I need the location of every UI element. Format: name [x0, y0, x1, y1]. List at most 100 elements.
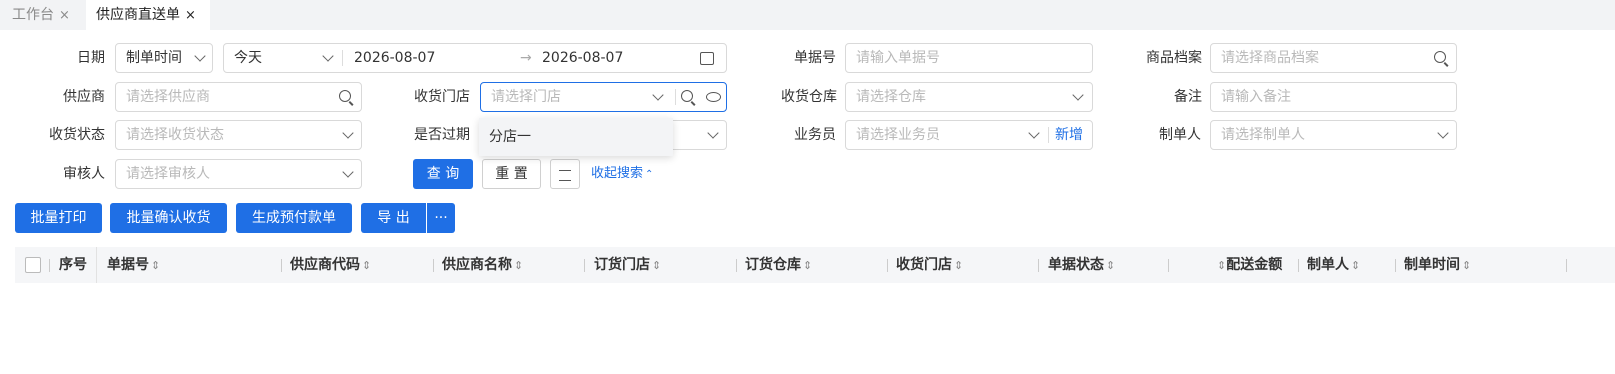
date-label: 日期: [77, 50, 105, 66]
salesman-placeholder: 请选择业务员: [856, 127, 940, 143]
auditor-label: 审核人: [63, 166, 105, 182]
warehouse-label: 收货仓库: [781, 89, 837, 105]
column-header-order-store[interactable]: 订货门店 ⇕: [594, 247, 661, 283]
creator-select[interactable]: 请选择制单人: [1210, 120, 1457, 150]
column-header-label: 制单人: [1307, 257, 1349, 273]
column-header-create-time[interactable]: 制单时间 ⇕: [1404, 247, 1471, 283]
column-header-label: 单据号: [107, 257, 149, 273]
search-icon[interactable]: [1434, 51, 1446, 63]
search-icon[interactable]: [681, 90, 693, 102]
more-button[interactable]: ···: [427, 203, 455, 233]
reset-button[interactable]: 重 置: [482, 159, 541, 189]
sort-icon: ⇕: [652, 259, 662, 272]
sort-icon: ⇕: [1106, 259, 1116, 272]
tab-supplier-direct-order[interactable]: 供应商直送单 ×: [86, 0, 210, 30]
column-header-creator[interactable]: 制单人 ⇕: [1307, 247, 1360, 283]
export-button[interactable]: 导 出: [361, 203, 426, 233]
column-header-doc-status[interactable]: 单据状态 ⇕: [1048, 247, 1115, 283]
auditor-placeholder: 请选择审核人: [126, 166, 210, 182]
column-header-index: 序号: [59, 257, 87, 273]
doc-no-input[interactable]: 请输入单据号: [845, 43, 1093, 73]
date-type-select[interactable]: 制单时间: [115, 43, 213, 73]
column-header-label: 单据状态: [1048, 257, 1104, 273]
chevron-double-up-icon: ⌃: [645, 169, 654, 180]
tab-bar: 工作台 × 供应商直送单 ×: [0, 0, 1615, 30]
sort-icon: ⇕: [151, 259, 161, 272]
doc-no-placeholder: 请输入单据号: [856, 50, 940, 66]
receive-status-select[interactable]: 请选择收货状态: [115, 120, 362, 150]
date-range-value[interactable]: 今天: [234, 44, 262, 72]
search-icon[interactable]: [339, 90, 351, 102]
store-dropdown: 分店一: [479, 118, 673, 156]
eye-icon[interactable]: [706, 92, 721, 102]
tab-workbench[interactable]: 工作台 ×: [0, 0, 88, 30]
date-range-picker[interactable]: 今天 2026-08-07 → 2026-08-07: [223, 43, 727, 73]
chevron-down-icon: [707, 127, 719, 139]
column-header-label: 配送金额: [1226, 257, 1283, 273]
chevron-down-icon: [342, 166, 354, 178]
salesman-select[interactable]: 请选择业务员 新增: [845, 120, 1093, 150]
receive-status-placeholder: 请选择收货状态: [126, 127, 224, 143]
chevron-down-icon: [1437, 127, 1449, 139]
creator-placeholder: 请选择制单人: [1221, 127, 1305, 143]
sort-icon: ⇕: [954, 259, 964, 272]
supplier-placeholder: 请选择供应商: [126, 89, 210, 105]
date-start-input[interactable]: 2026-08-07: [354, 44, 435, 72]
remark-label: 备注: [1174, 89, 1202, 105]
list-filter-icon: [559, 170, 571, 181]
supplier-label: 供应商: [63, 89, 105, 105]
arrow-right-icon: →: [520, 50, 532, 66]
collapse-search-label: 收起搜索: [591, 166, 644, 181]
chevron-down-icon: [1072, 89, 1084, 101]
sort-icon: ⇕: [1351, 259, 1361, 272]
warehouse-placeholder: 请选择仓库: [856, 89, 926, 105]
sort-icon: ⇕: [1462, 259, 1472, 272]
creator-label: 制单人: [1159, 127, 1201, 143]
column-header-supplier-code[interactable]: 供应商代码 ⇕: [290, 247, 371, 283]
column-header-amount[interactable]: ⇕配送金额: [1215, 247, 1282, 283]
column-header-label: 订货仓库: [745, 257, 801, 273]
close-icon[interactable]: ×: [185, 8, 196, 23]
column-header-doc-no[interactable]: 单据号 ⇕: [107, 247, 160, 283]
collapse-search-link[interactable]: 收起搜索 ⌃: [591, 159, 653, 189]
batch-print-button[interactable]: 批量打印: [15, 203, 102, 233]
auditor-select[interactable]: 请选择审核人: [115, 159, 362, 189]
store-option[interactable]: 分店一: [479, 118, 673, 156]
table-header: 序号 单据号 ⇕ 供应商代码 ⇕ 供应商名称 ⇕ 订货门店 ⇕ 订货仓库 ⇕ 收货门店 ⇕ …: [15, 247, 1615, 283]
remark-input[interactable]: 请输入备注: [1210, 82, 1457, 112]
receive-status-label: 收货状态: [49, 127, 105, 143]
sort-icon: ⇕: [514, 259, 524, 272]
goods-select[interactable]: 请选择商品档案: [1210, 43, 1457, 73]
calendar-icon[interactable]: [700, 52, 714, 65]
tab-label: 供应商直送单: [96, 7, 180, 23]
remark-placeholder: 请输入备注: [1221, 89, 1291, 105]
date-end-input[interactable]: 2026-08-07: [542, 44, 623, 72]
query-button[interactable]: 查 询: [413, 159, 473, 189]
salesman-label: 业务员: [794, 127, 836, 143]
warehouse-select[interactable]: 请选择仓库: [845, 82, 1093, 112]
tab-label: 工作台: [12, 7, 54, 23]
column-header-label: 收货门店: [896, 257, 952, 273]
column-header-order-warehouse[interactable]: 订货仓库 ⇕: [745, 247, 812, 283]
column-header-receive-store[interactable]: 收货门店 ⇕: [896, 247, 963, 283]
store-placeholder: 请选择门店: [491, 89, 561, 105]
chevron-down-icon: [194, 50, 206, 62]
sort-icon: ⇕: [1217, 259, 1227, 272]
date-type-value: 制单时间: [126, 50, 182, 66]
supplier-select[interactable]: 请选择供应商: [115, 82, 362, 112]
goods-label: 商品档案: [1146, 50, 1202, 66]
column-header-label: 供应商名称: [442, 257, 512, 273]
store-select[interactable]: 请选择门店: [480, 82, 727, 112]
add-salesman-link[interactable]: 新增: [1055, 121, 1083, 149]
sort-icon: ⇕: [803, 259, 813, 272]
doc-no-label: 单据号: [794, 50, 836, 66]
column-header-supplier-name[interactable]: 供应商名称 ⇕: [442, 247, 523, 283]
store-label: 收货门店: [414, 89, 470, 105]
close-icon[interactable]: ×: [59, 8, 70, 23]
generate-prepay-button[interactable]: 生成预付款单: [236, 203, 352, 233]
batch-confirm-receipt-button[interactable]: 批量确认收货: [110, 203, 227, 233]
column-settings-button[interactable]: [550, 159, 580, 189]
select-all-checkbox[interactable]: [25, 257, 41, 273]
chevron-down-icon[interactable]: [652, 89, 664, 101]
chevron-down-icon: [342, 127, 354, 139]
